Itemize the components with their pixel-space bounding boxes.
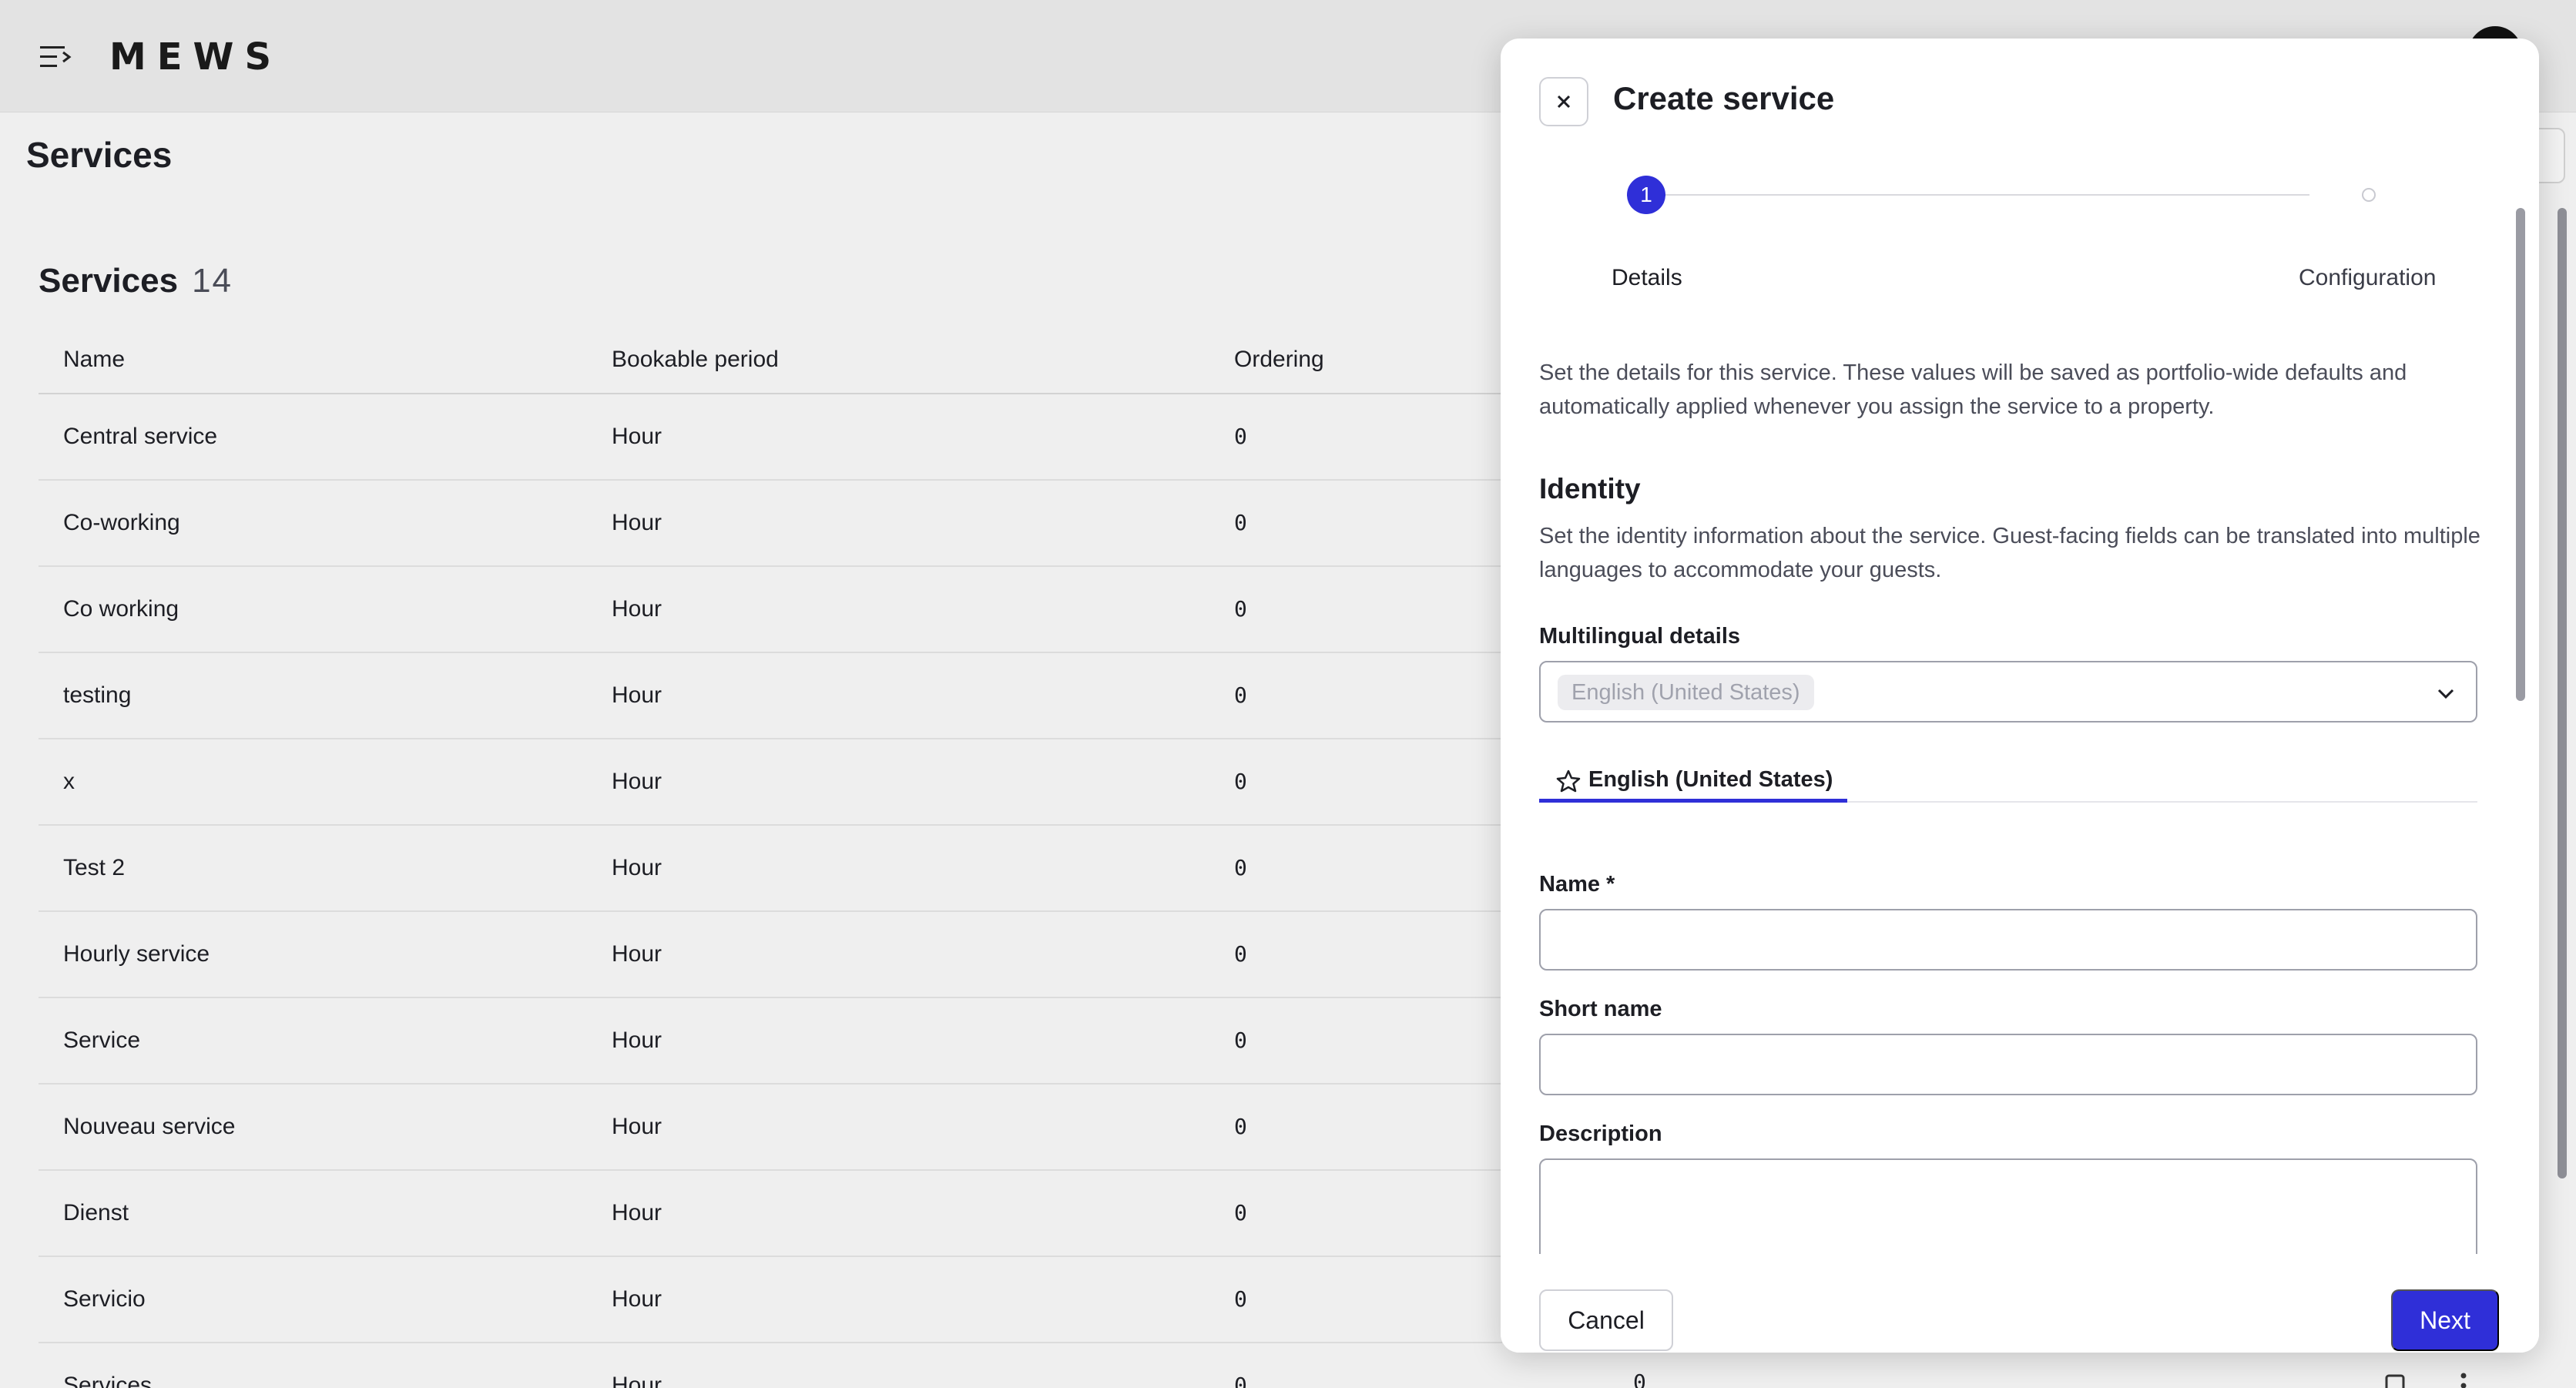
cell-name: testing — [63, 682, 132, 708]
dialog-scrollbar[interactable] — [2514, 208, 2527, 1217]
cell-name: Hourly service — [63, 941, 210, 967]
table-row[interactable]: x Hour 0 — [39, 739, 1502, 826]
page-title: Services — [26, 135, 173, 175]
cell-name: Service — [63, 1028, 141, 1053]
cell-period: Hour — [612, 1114, 662, 1139]
cell-ordering: 0 — [1234, 855, 1247, 880]
step-configuration-label: Configuration — [2299, 265, 2437, 290]
cell-period: Hour — [612, 682, 662, 708]
cell-ordering: 0 — [1234, 941, 1247, 967]
star-icon — [1556, 769, 1581, 793]
cell-ordering: 0 — [1234, 1114, 1247, 1139]
description-textarea[interactable] — [1539, 1158, 2477, 1254]
table-row[interactable]: Co-working Hour 0 — [39, 481, 1502, 567]
mews-logo[interactable]: MEWS — [109, 34, 282, 80]
cell-period: Hour — [612, 1286, 662, 1312]
menu-icon[interactable] — [39, 42, 72, 72]
table-row[interactable]: testing Hour 0 — [39, 653, 1502, 739]
cell-name: Servicio — [63, 1286, 146, 1312]
cell-period: Hour — [612, 1200, 662, 1225]
cell-name: Co-working — [63, 510, 180, 535]
section-title-text: Services — [39, 262, 179, 300]
cell-period: Hour — [612, 941, 662, 967]
table-row[interactable]: Central service Hour 0 — [39, 394, 1502, 481]
cell-ordering: 0 — [1234, 682, 1247, 708]
table-row[interactable]: Dienst Hour 0 — [39, 1171, 1502, 1257]
cell-period: Hour — [612, 1028, 662, 1053]
identity-heading: Identity — [1539, 473, 1641, 505]
cancel-button[interactable]: Cancel — [1539, 1289, 1673, 1351]
table-row[interactable]: Servicio Hour 0 — [39, 1257, 1502, 1343]
cell-ordering: 0 — [1234, 424, 1247, 449]
language-tabs: English (United States) — [1539, 752, 2477, 803]
cell-name: Nouveau service — [63, 1114, 236, 1139]
cell-period: Hour — [612, 510, 662, 535]
tab-english-us[interactable]: English (United States) — [1539, 752, 1847, 803]
calendar-icon[interactable] — [2385, 1373, 2405, 1388]
cell-name: x — [63, 769, 75, 794]
column-header-name[interactable]: Name — [63, 347, 125, 373]
chevron-down-icon — [2437, 689, 2454, 699]
services-section-title: Services 14 — [39, 262, 233, 300]
short-name-label: Short name — [1539, 997, 1662, 1021]
table-row[interactable]: Test 2 Hour 0 — [39, 826, 1502, 912]
step-1-indicator[interactable]: 1 — [1627, 176, 1665, 214]
step-2-indicator[interactable] — [2362, 188, 2376, 202]
services-table: Name Bookable period Ordering Central se… — [39, 324, 1502, 1388]
create-service-dialog: Create service 1 Details Configuration S… — [1501, 39, 2539, 1353]
cell-ordering: 0 — [1234, 1373, 1247, 1388]
step-details-label: Details — [1612, 265, 1682, 290]
cell-ordering: 0 — [1234, 1286, 1247, 1312]
identity-description: Set the identity information about the s… — [1539, 524, 2480, 582]
cell-extra-value: 0 — [1633, 1370, 1646, 1388]
dialog-footer: Cancel Next — [1501, 1254, 2539, 1353]
page-scrollbar[interactable] — [2558, 208, 2567, 1178]
cell-period: Hour — [612, 1373, 662, 1388]
cell-name: Dienst — [63, 1200, 129, 1225]
table-row[interactable]: Services Hour 0 — [39, 1343, 1502, 1388]
cell-ordering: 0 — [1234, 596, 1247, 622]
stepper-line — [1642, 194, 2309, 196]
name-label: Name * — [1539, 872, 1615, 897]
cell-ordering: 0 — [1234, 769, 1247, 794]
name-input[interactable] — [1539, 909, 2477, 971]
cell-ordering: 0 — [1234, 510, 1247, 535]
cell-period: Hour — [612, 596, 662, 622]
cell-name: Services — [63, 1373, 153, 1388]
dialog-content: Set the details for this service. These … — [1501, 316, 2539, 1254]
cell-ordering: 0 — [1234, 1200, 1247, 1225]
table-header: Name Bookable period Ordering — [39, 324, 1502, 394]
cell-period: Hour — [612, 855, 662, 880]
column-header-ordering[interactable]: Ordering — [1234, 347, 1324, 373]
intro-text: Set the details for this service. These … — [1539, 360, 2407, 419]
table-row[interactable]: Nouveau service Hour 0 — [39, 1085, 1502, 1171]
cell-name: Central service — [63, 424, 218, 449]
cell-period: Hour — [612, 769, 662, 794]
table-row[interactable]: Co working Hour 0 — [39, 567, 1502, 653]
stepper: 1 Details Configuration — [1501, 39, 2539, 308]
language-chip: English (United States) — [1558, 675, 1814, 710]
services-count: 14 — [192, 262, 233, 300]
multilingual-select[interactable]: English (United States) — [1539, 661, 2477, 722]
cell-period: Hour — [612, 424, 662, 449]
tab-label: English (United States) — [1588, 767, 1833, 792]
description-label: Description — [1539, 1121, 1662, 1146]
table-row[interactable]: Service Hour 0 — [39, 998, 1502, 1085]
cell-name: Test 2 — [63, 855, 126, 880]
cell-ordering: 0 — [1234, 1028, 1247, 1053]
cell-name: Co working — [63, 596, 179, 622]
more-vertical-icon[interactable] — [2459, 1373, 2468, 1388]
dialog-scrollbar-thumb[interactable] — [2516, 208, 2525, 701]
next-button[interactable]: Next — [2391, 1289, 2499, 1351]
column-header-bookable-period[interactable]: Bookable period — [612, 347, 779, 373]
multilingual-label: Multilingual details — [1539, 624, 1741, 649]
table-row[interactable]: Hourly service Hour 0 — [39, 912, 1502, 998]
short-name-input[interactable] — [1539, 1034, 2477, 1095]
